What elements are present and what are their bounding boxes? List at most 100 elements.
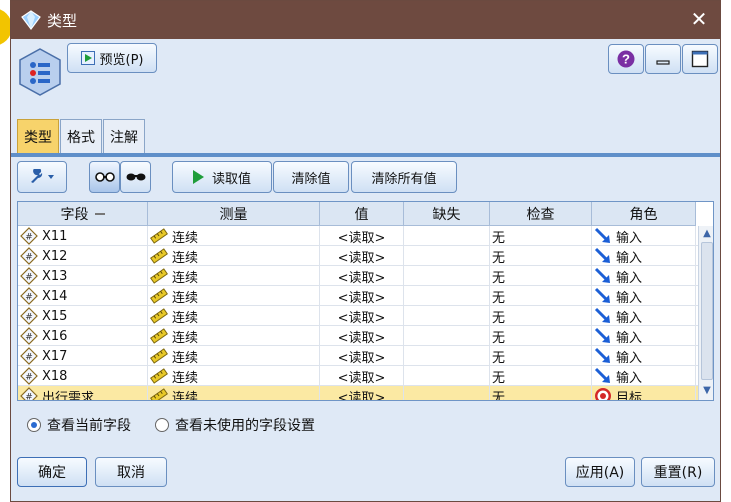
cell-missing[interactable] <box>404 306 490 326</box>
cell-measure[interactable]: 连续 <box>148 226 320 246</box>
cell-field[interactable]: # X17 <box>18 346 148 366</box>
cell-text: X12 <box>42 248 68 264</box>
cell-measure[interactable]: 连续 <box>148 306 320 326</box>
cell-role[interactable]: 输入 <box>592 346 696 366</box>
column-header-value[interactable]: 值 <box>320 202 404 226</box>
cell-check[interactable]: 无 <box>490 306 592 326</box>
cell-value[interactable]: <读取> <box>320 286 404 306</box>
cell-value[interactable]: <读取> <box>320 266 404 286</box>
radio-current-fields[interactable]: 查看当前字段 <box>27 415 131 435</box>
cell-missing[interactable] <box>404 226 490 246</box>
cell-role[interactable]: 目标 <box>592 386 696 400</box>
cell-check[interactable]: 无 <box>490 266 592 286</box>
scroll-up-icon[interactable]: ▲ <box>701 228 713 240</box>
cell-check[interactable]: 无 <box>490 386 592 400</box>
read-values-button[interactable]: 读取值 <box>172 161 272 193</box>
column-header-role[interactable]: 角色 <box>592 202 696 226</box>
table-row[interactable]: # 出行需求 连续 <读取> 无 目标 <box>18 386 698 400</box>
view-all-columns-button[interactable] <box>120 161 151 193</box>
cell-measure[interactable]: 连续 <box>148 346 320 366</box>
help-button[interactable]: ? <box>608 44 644 74</box>
cell-value[interactable]: <读取> <box>320 306 404 326</box>
cell-value[interactable]: <读取> <box>320 346 404 366</box>
radio-current-fields-dot[interactable] <box>27 418 41 432</box>
cancel-button[interactable]: 取消 <box>95 457 167 487</box>
apply-button[interactable]: 应用(A) <box>565 457 635 487</box>
svg-text:#: # <box>25 253 33 263</box>
cell-missing[interactable] <box>404 366 490 386</box>
cell-role[interactable]: 输入 <box>592 286 696 306</box>
table-row[interactable]: # X15 连续 <读取> 无 输入 <box>18 306 698 326</box>
cell-value[interactable]: <读取> <box>320 386 404 400</box>
table-row[interactable]: # X11 连续 <读取> 无 输入 <box>18 226 698 246</box>
table-row[interactable]: # X16 连续 <读取> 无 输入 <box>18 326 698 346</box>
cell-text: 输入 <box>616 330 643 346</box>
cell-value[interactable]: <读取> <box>320 246 404 266</box>
cell-measure[interactable]: 连续 <box>148 286 320 306</box>
table-row[interactable]: # X12 连续 <读取> 无 输入 <box>18 246 698 266</box>
cell-field[interactable]: # X12 <box>18 246 148 266</box>
cell-role[interactable]: 输入 <box>592 226 696 246</box>
preview-button[interactable]: 预览(P) <box>67 43 157 73</box>
close-icon[interactable]: ✕ <box>688 8 710 30</box>
cell-missing[interactable] <box>404 346 490 366</box>
clear-all-values-button[interactable]: 清除所有值 <box>351 161 457 193</box>
scroll-thumb[interactable] <box>701 242 713 380</box>
cell-role[interactable]: 输入 <box>592 326 696 346</box>
reset-button[interactable]: 重置(R) <box>641 457 715 487</box>
column-header-missing[interactable]: 缺失 <box>404 202 490 226</box>
cell-measure[interactable]: 连续 <box>148 366 320 386</box>
table-row[interactable]: # X13 连续 <读取> 无 输入 <box>18 266 698 286</box>
tab-format[interactable]: 格式 <box>60 119 102 153</box>
cell-check[interactable]: 无 <box>490 326 592 346</box>
view-columns-button[interactable] <box>89 161 120 193</box>
cell-field[interactable]: # X15 <box>18 306 148 326</box>
tools-dropdown-button[interactable] <box>17 161 67 193</box>
scroll-down-icon[interactable]: ▼ <box>701 385 713 397</box>
maximize-button[interactable] <box>682 44 718 74</box>
cell-role[interactable]: 输入 <box>592 366 696 386</box>
table-row[interactable]: # X17 连续 <读取> 无 输入 <box>18 346 698 366</box>
cell-field[interactable]: # X14 <box>18 286 148 306</box>
tab-annotation[interactable]: 注解 <box>103 119 145 153</box>
radio-unused-fields[interactable]: 查看未使用的字段设置 <box>155 415 315 435</box>
cell-measure[interactable]: 连续 <box>148 266 320 286</box>
cell-measure[interactable]: 连续 <box>148 326 320 346</box>
cell-missing[interactable] <box>404 386 490 400</box>
column-header-field[interactable]: 字段 <box>18 202 148 226</box>
clear-values-button[interactable]: 清除值 <box>273 161 349 193</box>
cell-check[interactable]: 无 <box>490 226 592 246</box>
vertical-scrollbar[interactable]: ▲ ▼ <box>698 226 713 400</box>
cell-role[interactable]: 输入 <box>592 266 696 286</box>
cell-missing[interactable] <box>404 266 490 286</box>
cell-value[interactable]: <读取> <box>320 366 404 386</box>
cell-text: X17 <box>42 348 68 364</box>
cell-field[interactable]: # X13 <box>18 266 148 286</box>
cell-missing[interactable] <box>404 286 490 306</box>
cell-check[interactable]: 无 <box>490 346 592 366</box>
cell-measure[interactable]: 连续 <box>148 246 320 266</box>
table-row[interactable]: # X18 连续 <读取> 无 输入 <box>18 366 698 386</box>
cell-field[interactable]: # X18 <box>18 366 148 386</box>
column-header-measure[interactable]: 测量 <box>148 202 320 226</box>
cell-missing[interactable] <box>404 326 490 346</box>
cell-field[interactable]: # 出行需求 <box>18 386 148 400</box>
cell-field[interactable]: # X11 <box>18 226 148 246</box>
minimize-button[interactable] <box>645 44 681 74</box>
cell-check[interactable]: 无 <box>490 286 592 306</box>
cell-check[interactable]: 无 <box>490 246 592 266</box>
cell-role[interactable]: 输入 <box>592 246 696 266</box>
column-header-check[interactable]: 检查 <box>490 202 592 226</box>
cell-role[interactable]: 输入 <box>592 306 696 326</box>
ok-button[interactable]: 确定 <box>17 457 87 487</box>
table-row[interactable]: # X14 连续 <读取> 无 输入 <box>18 286 698 306</box>
tab-type[interactable]: 类型 <box>17 119 59 153</box>
cell-value[interactable]: <读取> <box>320 226 404 246</box>
cell-field[interactable]: # X16 <box>18 326 148 346</box>
radio-unused-fields-dot[interactable] <box>155 418 169 432</box>
cell-value[interactable]: <读取> <box>320 326 404 346</box>
cell-missing[interactable] <box>404 246 490 266</box>
title-bar[interactable]: 类型 ✕ <box>11 1 720 39</box>
cell-measure[interactable]: 连续 <box>148 386 320 400</box>
cell-check[interactable]: 无 <box>490 366 592 386</box>
